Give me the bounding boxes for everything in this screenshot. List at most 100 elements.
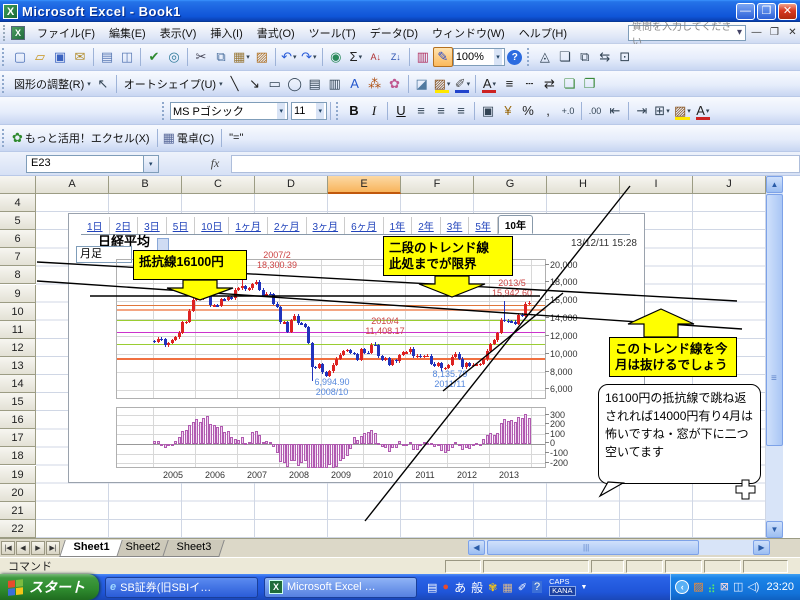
sheet-tab-Sheet3[interactable]: Sheet3 — [162, 540, 224, 557]
column-header-J[interactable]: J — [693, 176, 766, 194]
row-header-9[interactable]: 9 — [0, 285, 36, 303]
menu-挿入[interactable]: 挿入(I) — [203, 22, 249, 44]
redo-button[interactable]: ↷▾ — [299, 47, 319, 67]
menu-編集[interactable]: 編集(E) — [102, 22, 153, 44]
period-tab-2年[interactable]: 2年 — [412, 217, 441, 234]
restore-button[interactable]: ❐ — [757, 3, 776, 20]
row-header-8[interactable]: 8 — [0, 266, 36, 284]
row-header-22[interactable]: 22 — [0, 520, 36, 538]
font-name-combo[interactable]: MS Pゴシック▾ — [170, 102, 288, 120]
row-header-19[interactable]: 19 — [0, 466, 36, 484]
scroll-left-button[interactable]: ◀ — [468, 540, 485, 555]
signal-strength-icon[interactable]: ⣴ — [708, 581, 716, 593]
ime-conversion-indicator[interactable]: 般 — [471, 579, 483, 596]
help-button[interactable]: ? — [505, 47, 525, 67]
ime-pen-icon[interactable]: ✐ — [518, 581, 527, 594]
oval-button[interactable]: ◯ — [285, 74, 305, 94]
currency-style-button[interactable]: ¥ — [498, 101, 518, 121]
formula-input[interactable] — [231, 155, 800, 173]
workbook-close-button[interactable]: ✕ — [785, 26, 800, 40]
text-box-button[interactable]: ▤ — [305, 74, 325, 94]
align-right-button[interactable]: ≡ — [451, 101, 471, 121]
row-header-18[interactable]: 18 — [0, 447, 36, 465]
ime-mode-icon[interactable]: ● — [442, 581, 449, 593]
increase-decimal-button[interactable]: +.0 — [558, 101, 578, 121]
period-tab-6ヶ月[interactable]: 6ヶ月 — [345, 217, 384, 234]
paste-button[interactable]: ▦▾ — [231, 47, 252, 67]
vertical-text-box-button[interactable]: ▥ — [325, 74, 345, 94]
insert-picture-button[interactable]: ◪ — [412, 74, 432, 94]
excel-helper-button[interactable]: ✿ もっと活用！エクセル(X) — [10, 128, 154, 148]
column-header-B[interactable]: B — [109, 176, 182, 194]
start-button[interactable]: スタート — [0, 574, 99, 600]
font-color-button[interactable]: A▾ — [479, 74, 499, 94]
row-header-4[interactable]: 4 — [0, 194, 36, 212]
autoshapes-button[interactable]: オートシェイプ(U)▾ — [120, 74, 225, 94]
column-header-A[interactable]: A — [36, 176, 109, 194]
line-style-button[interactable]: ≡ — [499, 74, 519, 94]
period-tab-3ヶ月[interactable]: 3ヶ月 — [307, 217, 346, 234]
period-tab-1年[interactable]: 1年 — [384, 217, 413, 234]
row-header-5[interactable]: 5 — [0, 212, 36, 230]
callout-trend-limit[interactable]: 二段のトレンド線 此処までが限界 — [383, 236, 513, 276]
line-color-button[interactable]: ✐▾ — [452, 74, 472, 94]
draw-tool-4-button[interactable]: ⇆ — [595, 47, 615, 67]
menu-ツール[interactable]: ツール(T) — [302, 22, 363, 44]
equals-button[interactable]: "=" — [225, 128, 247, 148]
column-header-D[interactable]: D — [255, 176, 328, 194]
print-button[interactable]: ▤ — [97, 47, 117, 67]
row-header-7[interactable]: 7 — [0, 248, 36, 266]
minimize-button[interactable]: — — [736, 3, 755, 20]
chart-wizard-button[interactable]: ▥ — [413, 47, 433, 67]
name-box[interactable]: E23 — [26, 155, 144, 173]
line-button[interactable]: ╲ — [225, 74, 245, 94]
toolbar-grip[interactable] — [3, 25, 8, 41]
callout-resistance-line[interactable]: 抵抗線16100円 — [133, 250, 247, 280]
draw-menu-button[interactable]: 図形の調整(R)▾ — [10, 74, 93, 94]
open-button[interactable]: ▱ — [30, 47, 50, 67]
3d-style-button[interactable]: ❐ — [579, 74, 599, 94]
taskbar-task[interactable]: XMicrosoft Excel … — [264, 577, 417, 598]
fill-color-button-2[interactable]: ▨▾ — [672, 101, 693, 121]
row-header-16[interactable]: 16 — [0, 411, 36, 429]
zoom-combo[interactable]: 100%▾ — [453, 48, 505, 66]
period-tab-5年[interactable]: 5年 — [469, 217, 498, 234]
wireless-network-icon[interactable]: ◫ — [733, 581, 743, 593]
sort-descending-button[interactable]: Z↓ — [386, 47, 406, 67]
decrease-decimal-button[interactable]: .00 — [585, 101, 605, 121]
ime-hiragana-indicator[interactable]: あ — [454, 579, 466, 596]
draw-tool-5-button[interactable]: ⊡ — [615, 47, 635, 67]
period-tab-10年[interactable]: 10年 — [498, 215, 533, 234]
period-tab-3年[interactable]: 3年 — [441, 217, 470, 234]
tray-collapse-icon[interactable]: ‹ — [675, 580, 689, 594]
autosum-button[interactable]: Σ▾ — [346, 47, 366, 67]
row-header-13[interactable]: 13 — [0, 357, 36, 375]
scroll-right-button[interactable]: ▶ — [753, 540, 770, 555]
select-objects-button[interactable]: ↖ — [93, 74, 113, 94]
period-tab-5日[interactable]: 5日 — [167, 217, 196, 234]
draw-tool-3-button[interactable]: ⧉ — [575, 47, 595, 67]
new-button[interactable]: ▢ — [10, 47, 30, 67]
insert-function-button[interactable]: fx — [211, 156, 220, 171]
menu-ウィンドウ[interactable]: ウィンドウ(W) — [425, 22, 512, 44]
ime-palette-icon[interactable]: ✾ — [488, 581, 497, 594]
dash-style-button[interactable]: ┄ — [519, 74, 539, 94]
undo-button[interactable]: ↶▾ — [279, 47, 299, 67]
workbook-minimize-button[interactable]: — — [749, 26, 764, 40]
italic-button[interactable]: I — [364, 101, 384, 121]
column-header-I[interactable]: I — [620, 176, 693, 194]
shadow-style-button[interactable]: ❏ — [559, 74, 579, 94]
column-header-F[interactable]: F — [401, 176, 474, 194]
prev-sheet-button[interactable]: ◀ — [16, 541, 30, 555]
insert-hyperlink-button[interactable]: ◉ — [326, 47, 346, 67]
volume-icon[interactable]: ◁) — [747, 581, 759, 593]
first-sheet-button[interactable]: |◀ — [1, 541, 15, 555]
align-center-button[interactable]: ≡ — [431, 101, 451, 121]
menu-ヘルプ[interactable]: ヘルプ(H) — [512, 22, 574, 44]
spelling-button[interactable]: ✔ — [144, 47, 164, 67]
next-sheet-button[interactable]: ▶ — [31, 541, 45, 555]
row-header-6[interactable]: 6 — [0, 230, 36, 248]
column-header-E[interactable]: E — [328, 176, 401, 194]
caps-kana-indicator[interactable]: CAPS KANA — [549, 578, 575, 596]
row-header-15[interactable]: 15 — [0, 393, 36, 411]
